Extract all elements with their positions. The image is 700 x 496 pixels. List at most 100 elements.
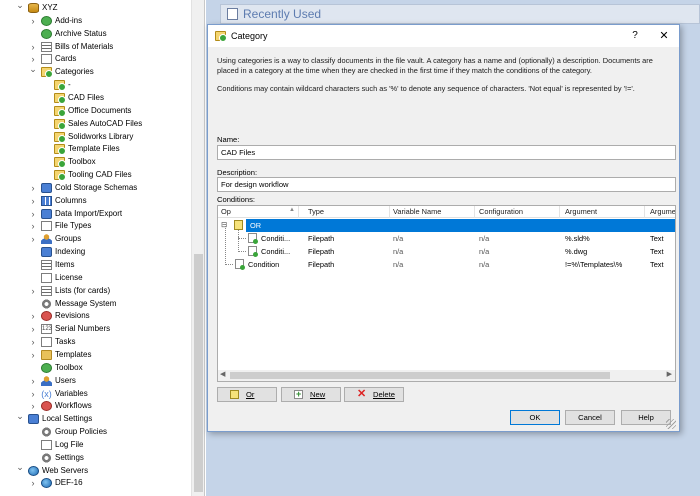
- tree-item[interactable]: › 123 Serial Numbers: [0, 323, 192, 336]
- chevron-right-icon[interactable]: ›: [29, 337, 37, 347]
- chevron-right-icon[interactable]: ›: [29, 16, 37, 26]
- tree-item-label: Columns: [55, 195, 87, 205]
- tree-item[interactable]: › Data Import/Export: [0, 208, 192, 221]
- tree-item[interactable]: Solidworks Library: [0, 131, 192, 144]
- tree-item[interactable]: Sales AutoCAD Files: [0, 118, 192, 131]
- name-input[interactable]: [217, 145, 676, 160]
- or-button[interactable]: Or: [217, 387, 277, 402]
- categories-icon: [41, 67, 53, 79]
- description-input[interactable]: [217, 177, 676, 192]
- chevron-down-icon[interactable]: ⌄: [16, 0, 24, 10]
- column-header-variable-name[interactable]: Variable Name: [393, 207, 441, 216]
- tree-item[interactable]: › Groups: [0, 233, 192, 246]
- tree-item[interactable]: Indexing: [0, 246, 192, 259]
- tree-item[interactable]: License: [0, 272, 192, 285]
- chevron-right-icon[interactable]: ›: [29, 350, 37, 360]
- row-configuration: n/a: [479, 260, 490, 269]
- tree-item-label: Tasks: [55, 337, 76, 347]
- tree-item-label: DEF-16: [55, 478, 83, 488]
- tree-item[interactable]: ⌄ Local Settings: [0, 411, 192, 426]
- cancel-button[interactable]: Cancel: [565, 410, 615, 425]
- column-header-op[interactable]: Op: [221, 207, 231, 216]
- tree-item[interactable]: ⌄ Categories: [0, 64, 192, 79]
- conditions-grid[interactable]: Op ▲ Type Variable Name Configuration Ar…: [217, 205, 676, 382]
- resize-grip-icon[interactable]: [666, 419, 676, 429]
- tree-item[interactable]: Template Files: [0, 143, 192, 156]
- tree-item[interactable]: Group Policies: [0, 426, 192, 439]
- tree-item[interactable]: › Tasks: [0, 336, 192, 349]
- tree-item[interactable]: Toolbox: [0, 156, 192, 169]
- chevron-right-icon[interactable]: ›: [29, 234, 37, 244]
- column-header-argument-type[interactable]: Argume: [650, 207, 675, 216]
- scroll-right-icon[interactable]: ▶: [667, 370, 672, 378]
- tree-item[interactable]: ⌄ Web Servers: [0, 462, 192, 478]
- tree-item[interactable]: › Columns: [0, 195, 192, 208]
- column-header-configuration[interactable]: Configuration: [479, 207, 523, 216]
- chevron-right-icon[interactable]: ›: [29, 324, 37, 334]
- tree-item[interactable]: ⌄ XYZ: [0, 0, 192, 15]
- chevron-right-icon[interactable]: ›: [29, 183, 37, 193]
- tree-item[interactable]: Office Documents: [0, 105, 192, 118]
- tree-item[interactable]: Message System: [0, 298, 192, 311]
- tree-item[interactable]: › Workflows: [0, 400, 192, 413]
- name-label: Name:: [217, 135, 240, 144]
- table-row[interactable]: Condition Filepath n/a n/a !=%\Templates…: [218, 224, 675, 271]
- tree-item-label: Workflows: [55, 401, 92, 411]
- tree-scrollbar[interactable]: [191, 0, 204, 496]
- chevron-down-icon[interactable]: ⌄: [16, 411, 24, 421]
- chevron-down-icon[interactable]: ⌄: [16, 462, 24, 473]
- column-header-type[interactable]: Type: [308, 207, 324, 216]
- tree-item[interactable]: CAD Files: [0, 92, 192, 105]
- tree-item[interactable]: › Revisions: [0, 310, 192, 323]
- tree-item[interactable]: › File Types: [0, 220, 192, 233]
- tree-item[interactable]: › Templates: [0, 349, 192, 362]
- chevron-right-icon[interactable]: ›: [29, 221, 37, 231]
- table-row[interactable]: ⊟ OR: [218, 219, 675, 232]
- chevron-right-icon[interactable]: ›: [29, 401, 37, 411]
- tree-item-label: Office Documents: [68, 105, 132, 115]
- delete-button[interactable]: ✕ Delete: [344, 387, 404, 402]
- wildcard-note-text: Conditions may contain wildcard characte…: [217, 84, 635, 93]
- table-row[interactable]: Conditi... Filepath n/a n/a %.sld% Text: [218, 230, 675, 245]
- new-button[interactable]: New: [281, 387, 341, 402]
- tree-item[interactable]: -: [0, 79, 192, 92]
- row-op: OR: [250, 221, 262, 230]
- tree-item[interactable]: Toolbox: [0, 362, 192, 375]
- ok-button[interactable]: OK: [510, 410, 560, 425]
- help-button[interactable]: Help: [621, 410, 671, 425]
- tree-item[interactable]: Items: [0, 259, 192, 272]
- row-argument-type: Text: [650, 247, 664, 256]
- chevron-right-icon[interactable]: ›: [29, 376, 37, 386]
- help-icon[interactable]: ?: [628, 29, 642, 43]
- table-row[interactable]: Conditi... Filepath n/a n/a %.dwg Text: [218, 237, 675, 258]
- chevron-right-icon[interactable]: ›: [29, 209, 37, 219]
- tree-item-label: Web Servers: [42, 465, 89, 475]
- tree-item[interactable]: › Cold Storage Schemas: [0, 182, 192, 195]
- column-header-argument[interactable]: Argument: [565, 207, 597, 216]
- tree-item[interactable]: › (x) Variables: [0, 388, 192, 401]
- tree-scrollbar-thumb[interactable]: [194, 254, 203, 492]
- tree-item[interactable]: Archive Status: [0, 28, 192, 41]
- chevron-right-icon[interactable]: ›: [29, 478, 37, 488]
- grid-horizontal-scrollbar[interactable]: ◀ ▶: [218, 370, 675, 381]
- chevron-right-icon[interactable]: ›: [29, 389, 37, 399]
- chevron-right-icon[interactable]: ›: [29, 42, 37, 52]
- tree-item[interactable]: Settings: [0, 452, 192, 465]
- scroll-left-icon[interactable]: ◀: [220, 370, 225, 378]
- chevron-right-icon[interactable]: ›: [29, 286, 37, 296]
- tree-item[interactable]: › Lists (for cards): [0, 285, 192, 298]
- chevron-down-icon[interactable]: ⌄: [29, 64, 37, 74]
- grid-scrollbar-thumb[interactable]: [230, 372, 610, 379]
- row-argument-type: Text: [650, 234, 664, 243]
- tree-item[interactable]: › Add-ins: [0, 15, 192, 28]
- tree-item[interactable]: › Bills of Materials: [0, 41, 192, 54]
- tree-item[interactable]: › DEF-16: [0, 477, 192, 490]
- dialog-titlebar[interactable]: Category ? ✕: [208, 25, 679, 47]
- tree-item[interactable]: Tooling CAD Files: [0, 169, 192, 182]
- tree-item[interactable]: › Users: [0, 375, 192, 388]
- tree-item[interactable]: Log File: [0, 439, 192, 452]
- close-icon[interactable]: ✕: [657, 29, 671, 43]
- category-icon: [54, 92, 66, 104]
- chevron-right-icon[interactable]: ›: [29, 196, 37, 206]
- chevron-right-icon[interactable]: ›: [29, 311, 37, 321]
